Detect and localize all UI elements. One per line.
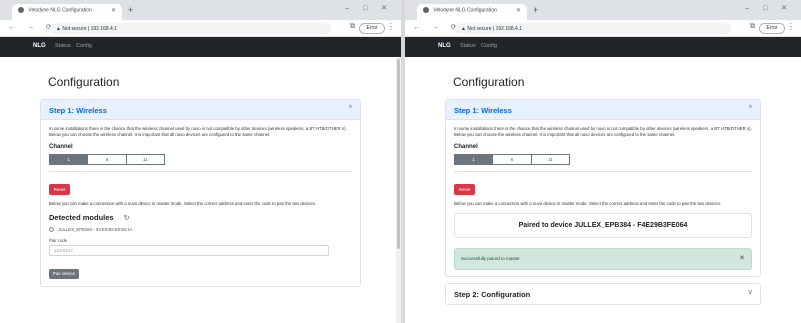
alert-text: Successfully paired to master [461,256,520,261]
app-navbar: NLG Status Config [0,37,401,57]
channel-option-11[interactable]: 11 [531,154,570,165]
module-option-label: JULLEX_EPB384 - 94:E9:B9:E9:84:1A [58,227,133,232]
puzzle-icon[interactable]: ⧉ [350,23,355,31]
tab-strip: Velodyne NLG Configuration ✕ + – □ ✕ [405,0,801,20]
step1-intro: In some installations there is the chanc… [454,126,752,137]
new-tab-button[interactable]: + [533,5,538,15]
close-tab-icon[interactable]: ✕ [516,7,521,14]
pair-code-input[interactable]: 123-0217 [49,245,329,257]
reset-button[interactable]: Reset [454,184,475,195]
new-tab-button[interactable]: + [128,5,133,15]
browser-window-left: Velodyne NLG Configuration ✕ + – □ ✕ ← →… [0,0,401,323]
profile-button[interactable]: Error [359,23,385,34]
step2-header[interactable]: Step 2: Configuration v [446,284,760,304]
step1-header[interactable]: Step 1: Wireless ^ [446,100,760,120]
step2-card: Step 2: Configuration v [445,283,761,305]
browser-tab[interactable]: Velodyne NLG Configuration ✕ [417,4,527,20]
page-title: Configuration [48,75,120,89]
nav-link-status[interactable]: Status [55,43,71,49]
step1-body: In some installations there is the chanc… [446,120,760,276]
channel-selector: 1 6 11 [49,154,165,165]
chevron-up-icon: ^ [748,105,752,112]
channel-option-6[interactable]: 6 [88,154,127,165]
connect-text: Below you can make a connection with a n… [49,201,317,206]
step1-title: Step 1: Wireless [49,106,107,115]
paired-device-box: Paired to device JULLEX_EPB384 - F4E29B3… [454,213,752,238]
tab-strip: Velodyne NLG Configuration ✕ + – □ ✕ [0,0,401,20]
pair-code-label: Pair code [49,238,68,244]
pair-device-button[interactable]: Pair device [49,269,79,280]
tab-title: Velodyne NLG Configuration [433,7,497,14]
chevron-up-icon: ^ [348,105,352,112]
globe-icon [18,7,24,13]
step2-title: Step 2: Configuration [454,290,531,299]
divider [454,171,752,172]
channel-label: Channel [49,144,73,150]
detected-modules-title: Detected modules ↻ [49,213,352,222]
page-content: Configuration Step 1: Wireless ^ In some… [0,57,401,323]
module-radio[interactable]: JULLEX_EPB384 - 94:E9:B9:E9:84:1A [49,227,352,233]
success-alert: Successfully paired to master ✕ [454,248,752,270]
close-tab-icon[interactable]: ✕ [111,7,116,14]
navbar-brand[interactable]: NLG [438,43,451,49]
globe-icon [423,7,429,13]
browser-tab[interactable]: Velodyne NLG Configuration ✕ [12,4,122,20]
tab-title: Velodyne NLG Configuration [28,7,92,14]
step1-card: Step 1: Wireless ^ In some installations… [445,99,761,277]
navbar-brand[interactable]: NLG [33,43,46,49]
app-navbar: NLG Status Config [405,37,801,57]
profile-button[interactable]: Error [759,23,785,34]
step1-header[interactable]: Step 1: Wireless ^ [41,100,360,120]
url-input[interactable]: ▲ Not secure | 192.168.4.1 [455,23,731,34]
close-icon[interactable]: ✕ [739,254,745,262]
step1-title: Step 1: Wireless [454,106,512,115]
detected-modules-label: Detected modules [49,213,114,222]
refresh-icon[interactable]: ↻ [124,215,130,222]
nav-link-status[interactable]: Status [460,43,476,49]
channel-label: Channel [454,144,478,150]
address-bar: ← → ⟳ ▲ Not secure | 192.168.4.1 ⧉ Error… [405,20,801,37]
step1-body: In some installations there is the chanc… [41,120,360,286]
scrollbar-thumb[interactable] [397,59,400,249]
channel-option-1[interactable]: 1 [454,154,494,165]
puzzle-icon[interactable]: ⧉ [750,23,755,31]
step1-card: Step 1: Wireless ^ In some installations… [40,99,361,288]
address-bar: ← → ⟳ ▲ Not secure | 192.168.4.1 ⧉ Error… [0,20,401,37]
browser-window-right: Velodyne NLG Configuration ✕ + – □ ✕ ← →… [405,0,801,323]
page-content: Configuration Step 1: Wireless ^ In some… [405,57,801,323]
page-title: Configuration [453,75,525,89]
window-controls[interactable]: – □ ✕ [345,4,393,12]
menu-icon[interactable]: ⋮ [787,22,795,31]
window-controls[interactable]: – □ ✕ [745,4,793,12]
reset-button[interactable]: Reset [49,184,70,195]
nav-link-config[interactable]: Config [481,43,497,49]
chevron-down-icon: v [748,289,753,296]
channel-option-6[interactable]: 6 [493,154,532,165]
menu-icon[interactable]: ⋮ [387,22,395,31]
url-input[interactable]: ▲ Not secure | 192.168.4.1 [50,23,331,34]
channel-option-1[interactable]: 1 [49,154,89,165]
channel-option-11[interactable]: 11 [126,154,165,165]
radio-icon[interactable] [49,227,54,233]
channel-selector: 1 6 11 [454,154,570,165]
step1-intro: In some installations there is the chanc… [49,126,347,137]
connect-text: Below you can make a connection with a n… [454,201,722,206]
divider [49,171,352,172]
nav-link-config[interactable]: Config [76,43,92,49]
